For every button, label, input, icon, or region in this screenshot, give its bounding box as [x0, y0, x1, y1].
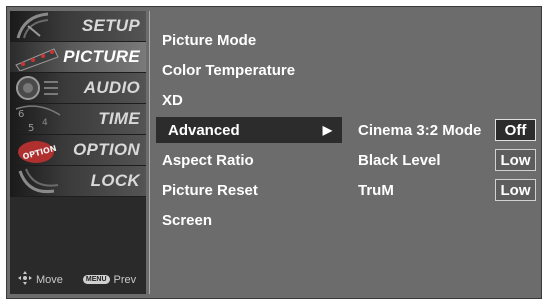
menu-item-label: XD: [162, 91, 183, 109]
film-reel-icon: [14, 43, 70, 72]
submenu-arrow-icon: ▶: [322, 123, 332, 137]
tab-label: TIME: [98, 109, 140, 128]
trum-value[interactable]: Low: [495, 179, 536, 201]
svg-text:4: 4: [42, 118, 48, 128]
lock-icon: [14, 167, 62, 196]
option-badge-icon: OPTION: [14, 136, 62, 165]
tab-audio[interactable]: AUDIO: [10, 73, 146, 104]
menu-item-label: Aspect Ratio: [162, 151, 254, 169]
tab-picture[interactable]: PICTURE: [10, 42, 146, 73]
key-hints: Move MENU Prev: [18, 271, 142, 288]
black-level-value[interactable]: Low: [495, 149, 536, 171]
submenu-label: Cinema 3:2 Mode: [358, 121, 482, 139]
osd-menu: SETUP PICTURE AUDIO 6 5 4 TIME OPTION OP…: [6, 6, 542, 299]
tab-label: OPTION: [73, 140, 140, 159]
speaker-icon: [14, 74, 62, 103]
menu-item-xd[interactable]: XD: [162, 87, 183, 113]
advanced-submenu: Cinema 3:2 Mode Off Black Level Low TruM…: [348, 11, 537, 294]
svg-text:6: 6: [18, 109, 24, 120]
move-hint-label: Move: [36, 273, 63, 286]
menu-item-advanced[interactable]: Advanced ▶: [156, 117, 342, 143]
cinema-mode-value[interactable]: Off: [495, 119, 536, 141]
clock-icon: 6 5 4: [14, 105, 62, 134]
menu-item-label: Advanced: [168, 121, 240, 139]
menu-item-label: Picture Mode: [162, 31, 257, 49]
tab-lock[interactable]: LOCK: [10, 166, 146, 197]
category-tabs: SETUP PICTURE AUDIO 6 5 4 TIME OPTION OP…: [10, 11, 146, 294]
menu-item-picture-reset[interactable]: Picture Reset: [162, 177, 258, 203]
tab-time[interactable]: 6 5 4 TIME: [10, 104, 146, 135]
menu-item-label: Color Temperature: [162, 61, 296, 79]
tab-label: AUDIO: [83, 78, 140, 97]
submenu-row-cinema-3-2-mode[interactable]: Cinema 3:2 Mode Off: [358, 117, 536, 143]
svg-text:5: 5: [28, 123, 34, 133]
submenu-label: Black Level: [358, 151, 441, 169]
menu-item-screen[interactable]: Screen: [162, 207, 212, 233]
tab-label: SETUP: [81, 16, 140, 35]
dpad-icon: [18, 271, 32, 288]
prev-hint-label: Prev: [113, 273, 137, 286]
tab-option[interactable]: OPTION OPTION: [10, 135, 146, 166]
menu-item-picture-mode[interactable]: Picture Mode: [162, 27, 256, 53]
menu-item-label: Screen: [162, 211, 213, 229]
tab-label: PICTURE: [63, 47, 140, 66]
menu-item-aspect-ratio[interactable]: Aspect Ratio: [162, 147, 254, 173]
submenu-row-black-level[interactable]: Black Level Low: [358, 147, 536, 173]
tab-setup[interactable]: SETUP: [10, 11, 146, 42]
menu-key-icon: MENU: [82, 275, 110, 284]
satellite-dish-icon: [14, 12, 62, 41]
submenu-row-trum[interactable]: TruM Low: [358, 177, 536, 203]
picture-menu: Picture Mode Color Temperature XD Advanc…: [149, 11, 349, 294]
submenu-label: TruM: [358, 181, 394, 199]
menu-item-color-temperature[interactable]: Color Temperature: [162, 57, 295, 83]
menu-item-label: Picture Reset: [162, 181, 258, 199]
tab-label: LOCK: [90, 171, 140, 190]
